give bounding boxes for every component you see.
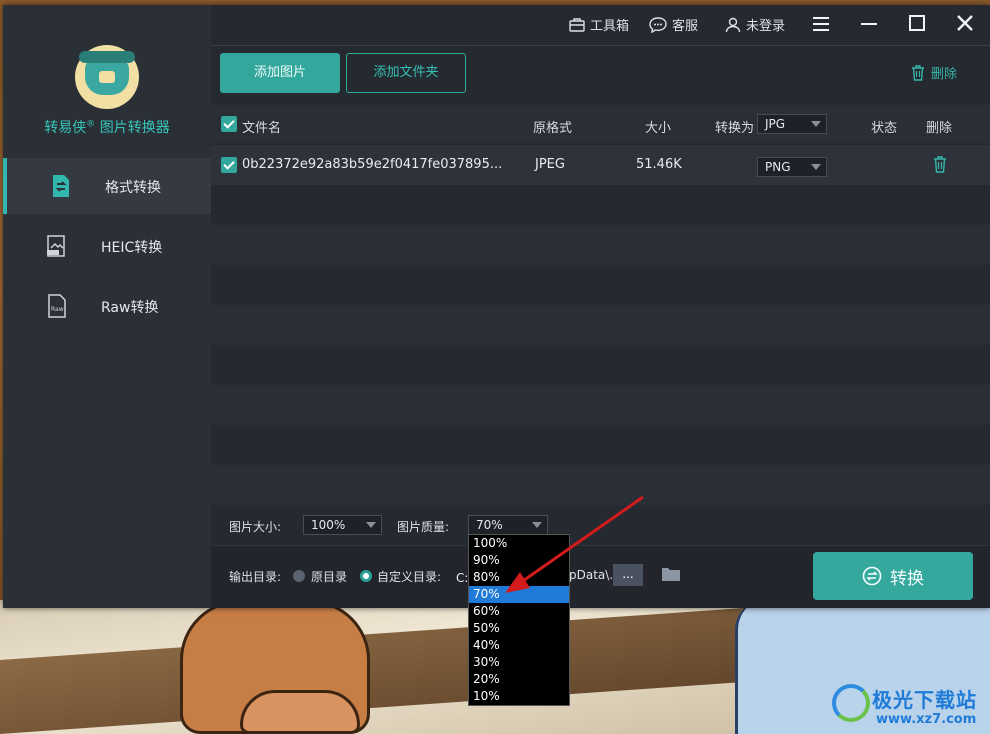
image-size-select[interactable]: 100% [303,515,382,535]
delete-all-button[interactable]: 删除 [911,63,957,82]
sidebar-item-heic[interactable]: HEIC转换 [3,218,211,274]
chevron-down-icon [532,522,542,528]
output-path-suffix: pData\.. [569,568,617,582]
empty-row [211,385,990,425]
quality-option[interactable]: 100% [469,535,569,552]
header-size: 大小 [645,121,672,136]
close-icon[interactable] [953,13,977,37]
quality-option[interactable]: 50% [469,620,569,637]
add-folder-button[interactable]: 添加文件夹 [346,53,466,93]
quality-option[interactable]: 40% [469,637,569,654]
chevron-down-icon [811,121,821,127]
convert-icon [862,566,882,586]
svg-text:Raw: Raw [51,306,64,313]
quality-label: 图片质量: [397,520,450,534]
convert-button[interactable]: 转换 [813,552,973,600]
minimize-icon[interactable] [857,13,881,37]
header-convert-to: 转换为 [715,121,755,136]
table-header: 文件名 原格式 大小 转换为 JPG 状态 删除 [211,105,990,143]
maximize-icon[interactable] [905,13,929,37]
output-dir-label: 输出目录: [229,570,282,584]
original-dir-label: 原目录 [311,570,348,584]
format-convert-icon [49,174,73,198]
image-quality-select[interactable]: 70% [468,515,548,535]
chat-bubble-icon [649,16,667,33]
title-bar: 工具箱 客服 未登录 [211,5,990,45]
size-label: 图片大小: [229,520,282,534]
quality-option[interactable]: 60% [469,603,569,620]
header-status: 状态 [871,121,898,136]
heic-icon [45,234,69,258]
row-filename: 0b22372e92a83b59e2f0417fe037895... [242,157,503,172]
raw-file-icon: Raw [45,294,69,318]
sidebar-item-label: 格式转换 [105,180,161,196]
chevron-down-icon [366,522,376,528]
app-window: 转易侠® 图片转换器 格式转换 HEIC转换 Raw Raw转换 工具箱 客服 … [3,5,990,608]
convert-all-select[interactable]: JPG [757,114,827,134]
row-orig-format: JPEG [535,157,565,172]
sidebar-item-label: HEIC转换 [101,240,163,256]
empty-row [211,465,990,505]
image-options-bar: 图片大小: 100% 图片质量: 70% [211,505,990,545]
menu-icon[interactable] [809,13,833,37]
watermark-url: www.xz7.com [876,712,977,727]
sidebar-item-format-convert[interactable]: 格式转换 [3,158,211,214]
header-filename: 文件名 [242,121,282,136]
header-delete: 删除 [926,121,953,136]
header-orig-format: 原格式 [533,121,573,136]
empty-row [211,425,990,465]
quality-dropdown-list: 100% 90% 80% 70% 60% 50% 40% 30% 20% 10% [468,534,570,706]
row-size: 51.46K [636,157,682,172]
empty-row [211,305,990,345]
empty-row [211,345,990,385]
watermark-logo-icon [832,684,870,722]
empty-row [211,185,990,225]
toolbox-button[interactable]: 工具箱 [569,15,629,34]
custom-dir-radio[interactable] [360,570,372,582]
app-logo-icon [75,45,139,109]
chevron-down-icon [811,164,821,170]
login-button[interactable]: 未登录 [725,15,785,34]
quality-option[interactable]: 10% [469,688,569,705]
select-all-checkbox[interactable] [221,116,237,132]
browse-button[interactable]: ... [613,564,643,586]
table-row[interactable]: 0b22372e92a83b59e2f0417fe037895... JPEG … [211,145,990,185]
row-target-format-select[interactable]: PNG [757,157,827,177]
quality-option-selected[interactable]: 70% [469,586,569,603]
customer-service-button[interactable]: 客服 [649,15,698,34]
custom-dir-label: 自定义目录: [377,570,442,584]
main-panel: 工具箱 客服 未登录 添加图片 添加文件夹 删除 文件名 原格式 大小 转换为 … [211,5,990,608]
toolbox-icon [569,17,585,32]
trash-icon [912,64,924,81]
sidebar-item-label: Raw转换 [101,300,159,316]
folder-icon[interactable] [661,566,681,582]
user-icon [725,17,741,32]
title-divider [211,45,990,46]
watermark-name: 极光下载站 [872,688,977,712]
original-dir-radio[interactable] [293,570,305,582]
sidebar-item-raw[interactable]: Raw Raw转换 [3,278,211,334]
app-brand: 转易侠® 图片转换器 [44,119,170,136]
empty-row [211,265,990,305]
row-delete-icon[interactable] [933,156,947,177]
quality-option[interactable]: 90% [469,552,569,569]
row-checkbox[interactable] [221,157,237,173]
sidebar: 转易侠® 图片转换器 格式转换 HEIC转换 Raw Raw转换 [3,5,211,608]
cartoon-cat-foot [240,690,360,734]
add-image-button[interactable]: 添加图片 [220,53,340,93]
empty-row [211,225,990,265]
quality-option[interactable]: 20% [469,671,569,688]
quality-option[interactable]: 80% [469,569,569,586]
quality-option[interactable]: 30% [469,654,569,671]
